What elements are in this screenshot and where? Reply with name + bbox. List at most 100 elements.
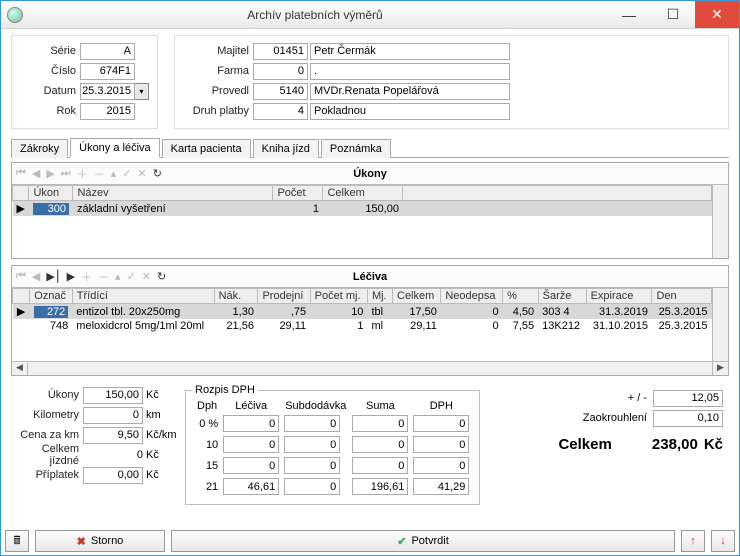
ukony-col-celkem[interactable]: Celkem	[323, 186, 403, 201]
leciva-vscroll[interactable]	[712, 288, 728, 361]
cell: meloxidcrol 5mg/1ml 20ml	[72, 319, 214, 333]
leciva-col-exp[interactable]: Expirace	[586, 289, 652, 304]
cell: 29,11	[393, 319, 441, 333]
zaokr-value[interactable]: 0,10	[653, 410, 723, 427]
tab-karta-pacienta[interactable]: Karta pacienta	[162, 139, 251, 158]
ukony-col-nazev[interactable]: Název	[73, 186, 273, 201]
serie-value[interactable]: A	[80, 43, 135, 60]
dph-r1-suma[interactable]: 0	[352, 436, 408, 453]
potvrdit-button[interactable]: ✔Potvrdit	[171, 530, 675, 552]
calc-button[interactable]: 🖩	[5, 530, 29, 552]
leciva-col-mj[interactable]: Mj.	[367, 289, 392, 304]
cislo-value[interactable]: 674F1	[80, 63, 135, 80]
tab-kniha-jizd[interactable]: Kniha jízd	[253, 139, 319, 158]
sum-cenakm-value[interactable]: 9,50	[83, 427, 143, 444]
arrow-down-button[interactable]: ↓	[711, 530, 735, 552]
arrow-up-button[interactable]: ↑	[681, 530, 705, 552]
platba-text[interactable]: Pokladnou	[310, 103, 510, 120]
sum-ukony-label: Úkony	[11, 389, 83, 401]
rok-value[interactable]: 2015	[80, 103, 135, 120]
right-info-panel: Majitel01451Petr Čermák Farma0. Provedl5…	[174, 35, 729, 129]
majitel-text[interactable]: Petr Čermák	[310, 43, 510, 60]
provedl-code[interactable]: 5140	[253, 83, 308, 100]
dph-r2-dph[interactable]: 0	[413, 457, 469, 474]
nav-prev-icon[interactable]: ◀	[32, 167, 40, 180]
dph-r1-sub[interactable]: 0	[284, 436, 340, 453]
farma-text[interactable]: .	[310, 63, 510, 80]
nav-add-icon[interactable]: ＋	[77, 166, 88, 182]
nav2-ok-icon[interactable]: ✓	[127, 270, 136, 283]
dph-r2-leciva[interactable]: 0	[223, 457, 279, 474]
leciva-col-prod[interactable]: Prodejní	[258, 289, 310, 304]
nav-first-icon[interactable]: ⏮	[16, 167, 26, 180]
nav-ok-icon[interactable]: ✓	[122, 167, 131, 180]
nav2-prev-icon[interactable]: ◀	[32, 270, 40, 283]
dph-r3-sub[interactable]: 0	[284, 478, 340, 495]
leciva-row[interactable]: 748 meloxidcrol 5mg/1ml 20ml 21,56 29,11…	[13, 319, 712, 333]
sum-ukony-value[interactable]: 150,00	[83, 387, 143, 404]
leciva-col-pocet[interactable]: Počet mj.	[310, 289, 367, 304]
leciva-col-oznac[interactable]: Označ	[30, 289, 73, 304]
cell: 1,30	[214, 304, 258, 320]
dph-r3-dph[interactable]: 41,29	[413, 478, 469, 495]
dph-r1-dph[interactable]: 0	[413, 436, 469, 453]
datum-value[interactable]: 25.3.2015	[80, 83, 135, 100]
dph-r3-suma[interactable]: 196,61	[352, 478, 408, 495]
zaokr-label: Zaokrouhlení	[557, 412, 647, 424]
nav-refresh-icon[interactable]: ↻	[153, 167, 162, 180]
nav2-del-icon[interactable]: －	[98, 269, 109, 285]
farma-code[interactable]: 0	[253, 63, 308, 80]
leciva-col-sarze[interactable]: Šarže	[538, 289, 586, 304]
dph-r0-dph[interactable]: 0	[413, 415, 469, 432]
dph-r0-sub[interactable]: 0	[284, 415, 340, 432]
leciva-col-neod[interactable]: Neodepsa	[441, 289, 503, 304]
nav-edit-icon[interactable]: ▴	[111, 167, 117, 180]
nav-last-icon[interactable]: ⏭	[61, 167, 71, 180]
leciva-col-nak[interactable]: Nák.	[214, 289, 258, 304]
platba-code[interactable]: 4	[253, 103, 308, 120]
dph-r1-leciva[interactable]: 0	[223, 436, 279, 453]
dph-r2-sub[interactable]: 0	[284, 457, 340, 474]
datum-dropdown[interactable]: ▾	[135, 83, 149, 100]
tab-zakroky[interactable]: Zákroky	[11, 139, 68, 158]
storno-button[interactable]: ✖Storno	[35, 530, 165, 552]
leciva-hscroll[interactable]: ◀▶	[12, 361, 728, 375]
nav2-edit-icon[interactable]: ▴	[115, 270, 121, 283]
dph-r2-suma[interactable]: 0	[352, 457, 408, 474]
nav2-next-icon[interactable]: ▶⎮	[46, 270, 60, 283]
nav2-refresh-icon[interactable]: ↻	[157, 270, 166, 283]
majitel-code[interactable]: 01451	[253, 43, 308, 60]
close-button[interactable]: ✕	[695, 1, 739, 28]
leciva-col-celkem[interactable]: Celkem	[393, 289, 441, 304]
leciva-col-den[interactable]: Den	[652, 289, 712, 304]
leciva-col-pct[interactable]: %	[503, 289, 539, 304]
ukony-row[interactable]: ▶ 300 základní vyšetření 1 150,00	[13, 201, 712, 217]
dph-r0-suma[interactable]: 0	[352, 415, 408, 432]
nav2-last-icon[interactable]: ▶	[67, 270, 75, 283]
leciva-col-trid[interactable]: Třídící	[72, 289, 214, 304]
sum-km-label: Kilometry	[11, 409, 83, 421]
nav-next-icon[interactable]: ▶	[46, 167, 54, 180]
ukony-col-ukon[interactable]: Úkon	[29, 186, 73, 201]
nav-del-icon[interactable]: －	[94, 166, 105, 182]
ukony-vscroll[interactable]	[712, 185, 728, 258]
ukony-col-pocet[interactable]: Počet	[273, 186, 323, 201]
sum-priplatek-value[interactable]: 0,00	[83, 467, 143, 484]
tab-poznamka[interactable]: Poznámka	[321, 139, 391, 158]
nav2-add-icon[interactable]: ＋	[81, 269, 92, 285]
leciva-row[interactable]: ▶ 272 entizol tbl. 20x250mg 1,30 ,75 10 …	[13, 304, 712, 320]
plusminus-value[interactable]: 12,05	[653, 390, 723, 407]
nav2-cancel-icon[interactable]: ✕	[142, 270, 151, 283]
provedl-text[interactable]: MVDr.Renata Popelářová	[310, 83, 510, 100]
window-title: Archív platebních výměrů	[23, 8, 607, 22]
nav-cancel-icon[interactable]: ✕	[138, 167, 147, 180]
storno-label: Storno	[91, 535, 123, 547]
dph-r0-leciva[interactable]: 0	[223, 415, 279, 432]
check-icon: ✔	[397, 535, 406, 548]
maximize-button[interactable]: ☐	[651, 1, 695, 28]
nav2-first-icon[interactable]: ⏮	[16, 270, 26, 283]
dph-r3-leciva[interactable]: 46,61	[223, 478, 279, 495]
minimize-button[interactable]: —	[607, 1, 651, 28]
tab-ukony-leciva[interactable]: Úkony a léčiva	[70, 138, 160, 158]
sum-km-value[interactable]: 0	[83, 407, 143, 424]
